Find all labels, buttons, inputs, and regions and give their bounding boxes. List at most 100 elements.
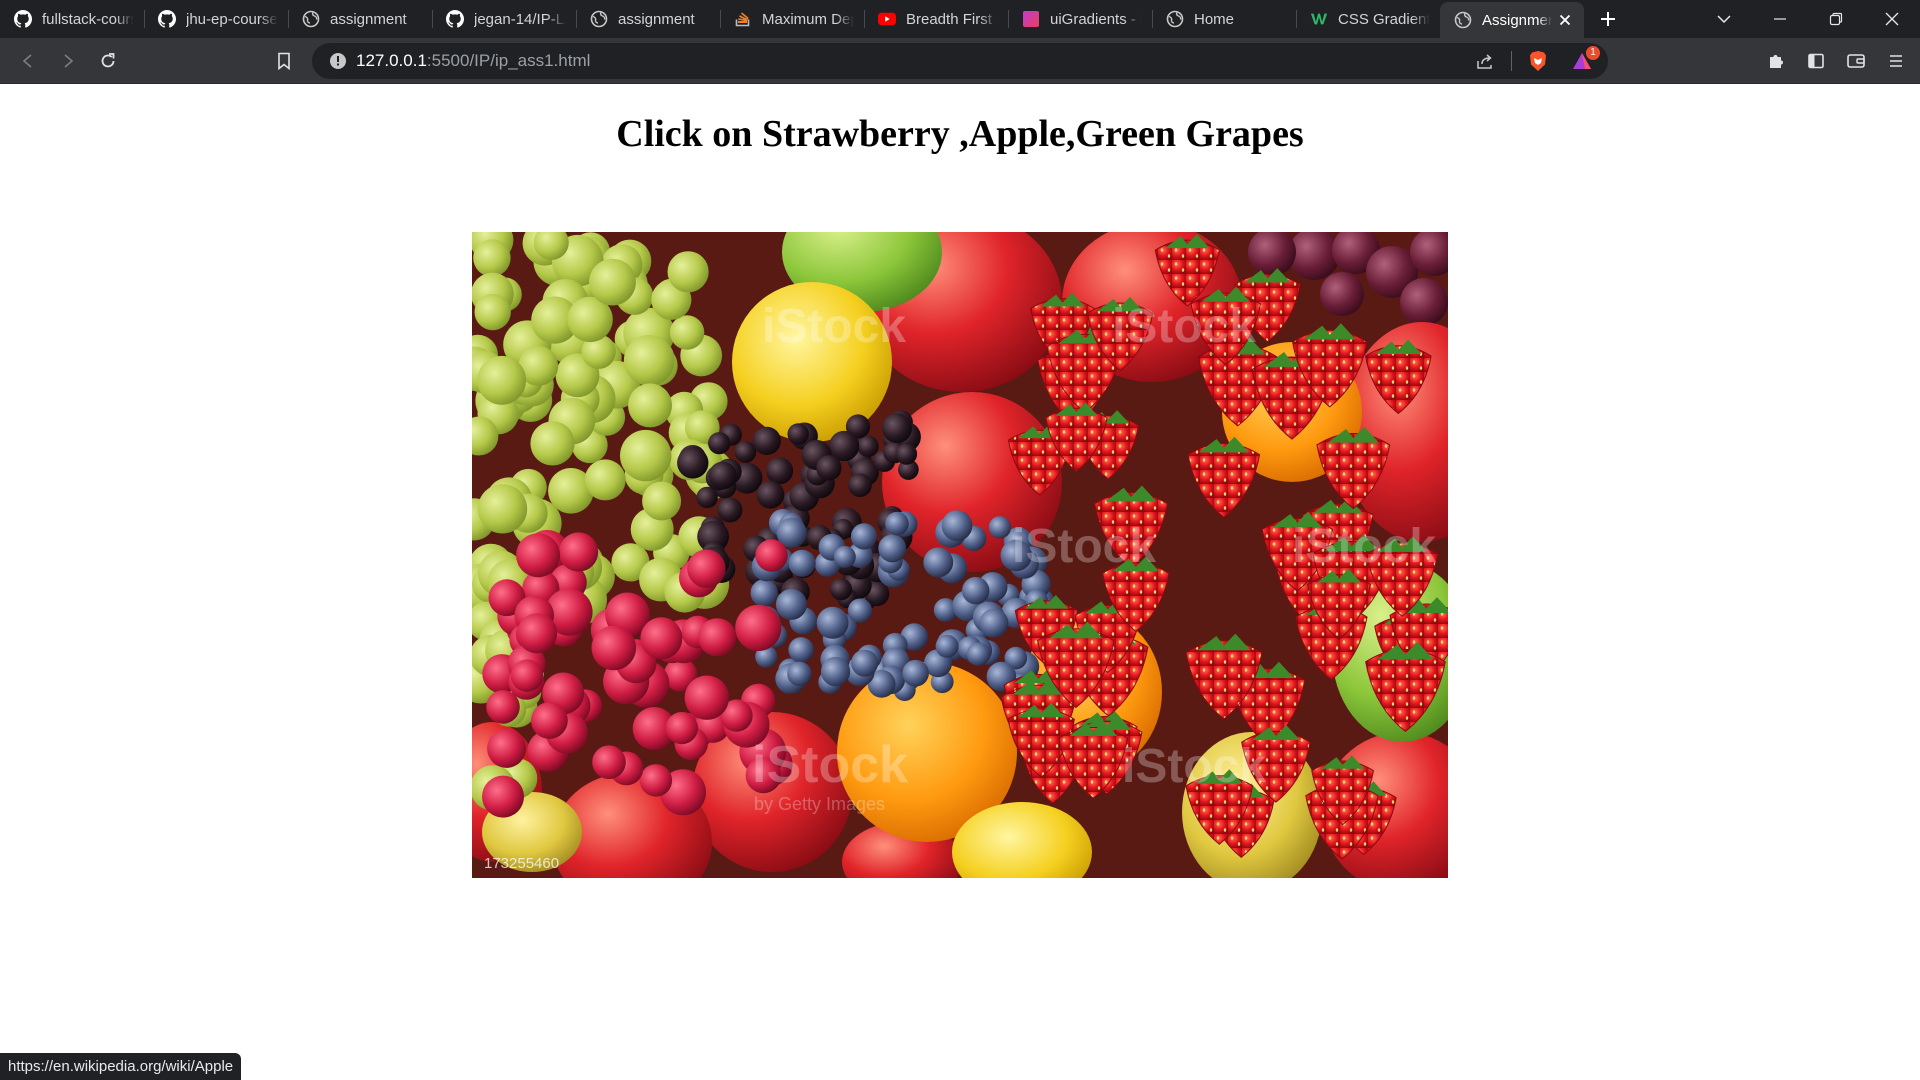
blueberry	[847, 598, 873, 623]
blueberry	[902, 659, 929, 687]
tabstrip-drag-area[interactable]	[1628, 0, 1696, 38]
wallet-button[interactable]	[1836, 41, 1876, 81]
grape	[628, 383, 672, 428]
blackberry	[734, 441, 757, 463]
watermark-text: iStock	[1112, 300, 1256, 353]
back-arrow-icon	[22, 53, 32, 68]
raspberry	[487, 729, 526, 768]
grape	[473, 239, 511, 277]
github-icon	[446, 10, 464, 28]
hamburger-menu-icon	[1890, 55, 1902, 67]
close-icon	[1885, 12, 1899, 26]
reload-button[interactable]	[88, 41, 128, 81]
extensions-button[interactable]	[1756, 41, 1796, 81]
tab-search-button[interactable]	[1696, 0, 1752, 38]
bookmark-icon	[278, 52, 290, 70]
address-bar[interactable]: 127.0.0.1:5500/IP/ip_ass1.html 1	[312, 43, 1608, 79]
stock-id-label: 173255460	[484, 855, 559, 872]
url-text[interactable]: 127.0.0.1:5500/IP/ip_ass1.html	[356, 51, 590, 71]
blackberry	[708, 461, 737, 490]
reload-icon	[101, 52, 115, 67]
blueberry	[787, 661, 812, 686]
blueberry	[935, 634, 959, 658]
raspberry	[531, 702, 568, 739]
blueberry	[851, 649, 879, 677]
minimize-button[interactable]	[1752, 0, 1808, 38]
tab-fullstack[interactable]: fullstack-cours	[0, 0, 144, 38]
blueberry	[979, 608, 1009, 638]
puzzle-icon	[1770, 55, 1783, 68]
window-controls	[1696, 0, 1920, 38]
tab-title: fullstack-cours	[42, 10, 134, 28]
blueberry	[788, 549, 816, 577]
tab-uigradients[interactable]: uiGradients - B	[1008, 0, 1152, 38]
grape	[642, 481, 682, 521]
back-button[interactable]	[8, 41, 48, 81]
restore-icon	[1829, 12, 1843, 26]
tab-jhu-ep[interactable]: jhu-ep-courser	[144, 0, 288, 38]
new-tab-button[interactable]	[1588, 0, 1628, 38]
forward-button[interactable]	[48, 41, 88, 81]
youtube-icon	[878, 10, 896, 28]
browser-toolbar: 127.0.0.1:5500/IP/ip_ass1.html 1	[0, 38, 1920, 84]
tab-title: jegan-14/IP-LA	[474, 10, 566, 28]
blackberry	[829, 578, 852, 601]
brave-lion-icon	[1530, 51, 1546, 71]
raspberry	[517, 613, 558, 654]
url-path: :5500/IP/ip_ass1.html	[426, 51, 591, 70]
raspberry	[640, 617, 683, 660]
blueberry	[775, 588, 807, 620]
tab-title: Assignmen	[1482, 11, 1552, 29]
blackberry	[882, 413, 912, 444]
raspberry	[592, 745, 626, 779]
brave-shields-button[interactable]	[1522, 45, 1554, 77]
menu-button[interactable]	[1876, 41, 1916, 81]
tab-jegan-ip-lab[interactable]: jegan-14/IP-LA	[432, 0, 576, 38]
grape	[477, 484, 528, 534]
wallet-icon	[1847, 54, 1865, 68]
blackberry	[766, 457, 794, 485]
raspberry	[687, 549, 726, 588]
tab-title: Maximum Dep	[762, 10, 854, 28]
separator	[1511, 51, 1512, 71]
blueberry	[816, 606, 849, 639]
grape	[474, 293, 511, 331]
raspberry	[516, 533, 561, 578]
restore-button[interactable]	[1808, 0, 1864, 38]
tab-title: jhu-ep-courser	[186, 10, 278, 28]
w-logo-icon	[1310, 10, 1328, 28]
blackberry	[787, 423, 809, 445]
raspberry	[735, 604, 782, 651]
blueberry	[788, 637, 814, 663]
blackberry	[816, 455, 842, 481]
blackberry	[752, 426, 781, 455]
tab-breadth-first-search[interactable]: Breadth First S	[864, 0, 1008, 38]
brave-rewards-button[interactable]: 1	[1564, 45, 1600, 77]
share-icon	[1477, 54, 1492, 69]
tab-assignment-2[interactable]: assignment	[576, 0, 720, 38]
tab-title: assignment	[330, 10, 407, 28]
grape	[669, 315, 705, 350]
tab-maximum-depth[interactable]: Maximum Dep	[720, 0, 864, 38]
plus-icon	[1601, 12, 1615, 26]
fruit-photo: iStock iStock iStock iStock iStock iStoc…	[472, 232, 1448, 878]
chevron-down-icon	[1717, 15, 1731, 24]
tab-assignment-1[interactable]: assignment	[288, 0, 432, 38]
tab-title: Breadth First S	[906, 10, 998, 28]
grape	[623, 335, 675, 386]
watermark-text: iStock	[762, 300, 906, 353]
fruit-image-map[interactable]: iStock iStock iStock iStock iStock iStoc…	[472, 232, 1448, 878]
bookmark-button[interactable]	[264, 41, 304, 81]
tab-css-gradients[interactable]: CSS Gradients	[1296, 0, 1440, 38]
blackberry	[756, 480, 785, 509]
globe-icon	[1454, 11, 1472, 29]
blueberry	[878, 534, 907, 563]
tab-assignment-active[interactable]: Assignmen	[1440, 2, 1584, 38]
close-window-button[interactable]	[1864, 0, 1920, 38]
tab-home[interactable]: Home	[1152, 0, 1296, 38]
stackoverflow-icon	[734, 10, 752, 28]
share-button[interactable]	[1469, 45, 1501, 77]
sidebar-button[interactable]	[1796, 41, 1836, 81]
site-info-icon[interactable]	[320, 43, 356, 79]
close-tab-icon[interactable]	[1556, 11, 1574, 29]
